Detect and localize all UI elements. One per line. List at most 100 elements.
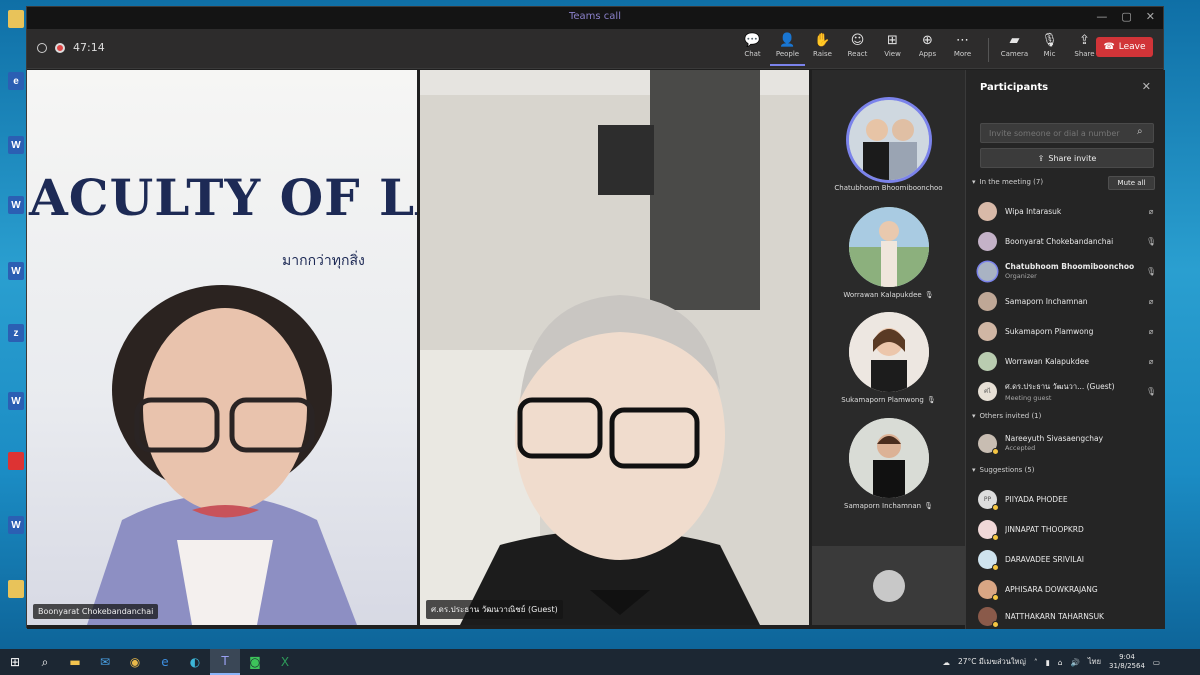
chat-button[interactable]: 💬 Chat xyxy=(735,32,770,66)
avatar-image xyxy=(848,207,929,287)
participant-name-tag: ศ.ดร.ประธาน วัฒนวาณิชย์ (Guest) xyxy=(426,600,563,619)
gallery-tile[interactable]: Worrawan Kalapukdee 🎙 xyxy=(812,205,965,315)
avatar xyxy=(978,579,999,601)
close-icon[interactable]: ✕ xyxy=(1146,10,1155,23)
word-icon[interactable]: W xyxy=(8,136,24,154)
participant-row[interactable]: Boonyarat Chokebandanchai 🎙 xyxy=(978,228,1156,254)
file-explorer-icon[interactable]: ▬ xyxy=(60,649,90,675)
status-badge xyxy=(992,447,999,455)
participant-row[interactable]: Nareeyuth Sivasaengchay Accepted xyxy=(978,430,1156,456)
people-icon: 👤 xyxy=(779,33,796,48)
video-tile[interactable]: ศ.ดร.ประธาน วัฒนวาณิชย์ (Guest) xyxy=(420,70,809,625)
participant-row[interactable]: Chatubhoom Bhoomiboonchoo Organizer 🎙 xyxy=(978,258,1156,284)
chevron-down-icon: ▾ xyxy=(972,178,976,186)
video-tile[interactable]: ACULTY OF LA มากกว่าทุกสิ่ง Boonyarat Ch… xyxy=(27,70,417,625)
teams-window: Teams call — ▢ ✕ 47:14 💬 Chat 👤 People ✋ Ra… xyxy=(26,6,1165,629)
wall-sign-text: ACULTY OF LA xyxy=(29,168,417,227)
section-others-invited[interactable]: ▾ Others invited (1) xyxy=(972,412,1041,420)
weather-text[interactable]: 27°C มีเมฆส่วนใหญ่ xyxy=(958,656,1026,668)
gallery-tile[interactable]: Sukamaporn Plamwong 🎙 xyxy=(812,310,965,420)
mail-icon[interactable]: ✉ xyxy=(90,649,120,675)
leave-button[interactable]: ☎ Leave xyxy=(1096,37,1153,57)
search-icon[interactable]: ⌕ xyxy=(30,649,60,675)
notification-icon[interactable]: ▭ xyxy=(1153,658,1160,667)
network-icon[interactable]: ⌂ xyxy=(1058,658,1063,667)
mic-button[interactable]: 🎙 Mic xyxy=(1032,32,1067,66)
apps-button[interactable]: ⊕ Apps xyxy=(910,32,945,66)
mic-off-icon: 🎙 xyxy=(924,291,934,299)
word-icon[interactable]: W xyxy=(8,196,24,214)
view-button[interactable]: ⊞ View xyxy=(875,32,910,66)
chat-icon: 💬 xyxy=(744,33,761,48)
maximize-icon[interactable]: ▢ xyxy=(1121,10,1131,23)
more-button[interactable]: ⋯ More xyxy=(945,32,980,66)
participants-panel: Participants ✕ ⌕ ⇪ Share invite ▾ In the… xyxy=(965,70,1165,629)
camera-button[interactable]: ▰ Camera xyxy=(997,32,1032,66)
participant-row[interactable]: Sukamaporn Plamwong ⌀ xyxy=(978,318,1156,344)
volume-icon[interactable]: 🔊 xyxy=(1071,658,1080,667)
folder-icon[interactable] xyxy=(8,580,24,598)
line-icon[interactable]: ◙ xyxy=(240,649,270,675)
chevron-down-icon: ▾ xyxy=(972,466,976,474)
word-icon[interactable]: W xyxy=(8,516,24,534)
participant-avatar xyxy=(848,207,929,287)
suggestion-row[interactable]: APHISARA DOWKRAJANG xyxy=(978,576,1156,602)
teams-icon[interactable]: T xyxy=(210,649,240,675)
close-icon[interactable]: ✕ xyxy=(1142,80,1151,93)
mic-off-icon: 🎙 xyxy=(924,502,933,510)
gallery-tile[interactable]: Chatubhoom Bhoomiboonchoo xyxy=(812,98,965,208)
participant-row[interactable]: Wipa Intarasuk ⌀ xyxy=(978,198,1156,224)
avatar xyxy=(978,321,997,341)
react-button[interactable]: ☺ React xyxy=(840,32,875,66)
search-icon[interactable]: ⌕ xyxy=(1137,126,1143,137)
self-view-tile[interactable] xyxy=(812,546,965,625)
people-button[interactable]: 👤 People xyxy=(770,32,805,66)
chrome-icon[interactable]: ◉ xyxy=(120,649,150,675)
gallery-tile[interactable]: Samaporn Inchamnan 🎙 xyxy=(812,416,965,526)
suggestion-row[interactable]: NATTHAKARN TAHARNSUK xyxy=(978,603,1156,629)
phone-hangup-icon: ☎ xyxy=(1103,42,1115,52)
section-suggestions[interactable]: ▾ Suggestions (5) xyxy=(972,466,1034,474)
suggestion-row[interactable]: PP PIIYADA PHODEE xyxy=(978,486,1156,512)
internet-explorer-icon[interactable]: e xyxy=(150,649,180,675)
zoom-icon[interactable]: z xyxy=(8,324,24,342)
edge-icon[interactable]: ◐ xyxy=(180,649,210,675)
participant-avatar xyxy=(848,100,929,180)
participant-name-tag: Boonyarat Chokebandanchai xyxy=(33,604,159,619)
clock[interactable]: 9:04 31/8/2564 xyxy=(1109,653,1145,671)
participant-row[interactable]: Samaporn Inchamnan ⌀ xyxy=(978,288,1156,314)
language-indicator[interactable]: ไทย xyxy=(1088,656,1101,668)
share-invite-button[interactable]: ⇪ Share invite xyxy=(980,148,1154,168)
minimize-icon[interactable]: — xyxy=(1096,10,1107,23)
avatar xyxy=(978,606,999,628)
mic-off-icon: 🎙 xyxy=(926,396,936,404)
battery-icon[interactable]: ▮ xyxy=(1046,658,1050,667)
mute-all-button[interactable]: Mute all xyxy=(1108,176,1155,190)
suggestion-row[interactable]: JINNAPAT THOOPKRD xyxy=(978,516,1156,542)
invite-search-input[interactable] xyxy=(980,123,1154,143)
word-icon[interactable]: W xyxy=(8,262,24,280)
desktop-icons: e W W W z W W xyxy=(0,0,26,640)
suggestion-row[interactable]: DARAVADEE SRIVILAI xyxy=(978,546,1156,572)
participant-row[interactable]: ศไ ศ.ดร.ประธาน วัฒนวา... (Guest) Meeting… xyxy=(978,378,1156,404)
word-icon[interactable]: W xyxy=(8,392,24,410)
avatar xyxy=(978,433,999,455)
share-icon: ⇪ xyxy=(1079,33,1090,48)
panel-title: Participants xyxy=(980,82,1049,93)
smiley-icon: ☺ xyxy=(850,33,865,48)
windows-start-icon[interactable]: ⊞ xyxy=(0,649,30,675)
app-icon[interactable] xyxy=(8,452,24,470)
timer-text: 47:14 xyxy=(73,41,105,54)
gallery-name: Sukamaporn Plamwong 🎙 xyxy=(841,396,936,404)
edge-icon[interactable]: e xyxy=(8,72,24,90)
chevron-up-icon[interactable]: ˄ xyxy=(1034,658,1038,667)
ellipsis-icon: ⋯ xyxy=(956,33,969,48)
status-badge xyxy=(992,593,999,601)
section-in-meeting[interactable]: ▾ In the meeting (7) xyxy=(972,178,1043,186)
system-tray: ☁ 27°C มีเมฆส่วนใหญ่ ˄ ▮ ⌂ 🔊 ไทย 9:04 31… xyxy=(943,649,1160,675)
folder-icon[interactable] xyxy=(8,10,24,28)
participant-video-image xyxy=(420,70,809,625)
participant-row[interactable]: Worrawan Kalapukdee ⌀ xyxy=(978,348,1156,374)
excel-icon[interactable]: X xyxy=(270,649,300,675)
raise-hand-button[interactable]: ✋ Raise xyxy=(805,32,840,66)
